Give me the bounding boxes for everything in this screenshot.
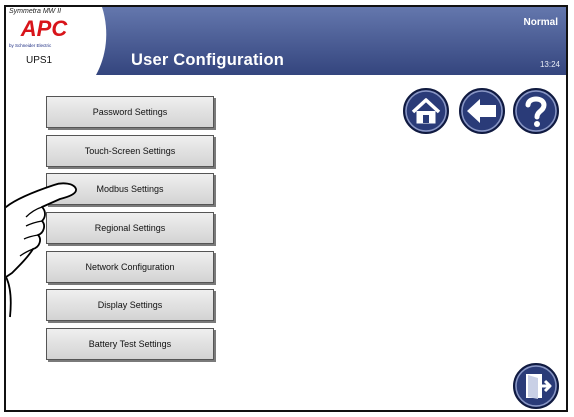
page-title: User Configuration xyxy=(131,51,285,69)
brand-text: APC xyxy=(20,17,69,39)
help-icon xyxy=(513,88,559,134)
apc-logo: APC xyxy=(20,17,69,39)
back-button[interactable] xyxy=(458,87,506,135)
home-button[interactable] xyxy=(402,87,450,135)
exit-door-icon xyxy=(513,363,559,409)
status-indicator: Normal xyxy=(523,17,558,28)
product-name: Symmetra MW II xyxy=(9,8,62,15)
exit-button[interactable] xyxy=(512,362,560,410)
password-settings-button[interactable]: Password Settings xyxy=(46,96,214,128)
modbus-settings-button[interactable]: Modbus Settings xyxy=(46,173,214,205)
display-settings-button[interactable]: Display Settings xyxy=(46,289,214,321)
home-icon xyxy=(403,88,449,134)
touch-screen-settings-button[interactable]: Touch-Screen Settings xyxy=(46,135,214,167)
network-configuration-button[interactable]: Network Configuration xyxy=(46,251,214,283)
device-name: UPS1 xyxy=(26,55,53,66)
clock: 13:24 xyxy=(539,60,560,69)
screen-frame: Symmetra MW II APC by Schneider Electric… xyxy=(4,5,568,412)
help-button[interactable] xyxy=(512,87,560,135)
regional-settings-button[interactable]: Regional Settings xyxy=(46,212,214,244)
maker-text: by Schneider Electric xyxy=(9,43,52,48)
battery-test-settings-button[interactable]: Battery Test Settings xyxy=(46,328,214,360)
brand-area: Symmetra MW II APC by Schneider Electric… xyxy=(6,7,102,75)
back-arrow-icon xyxy=(459,88,505,134)
